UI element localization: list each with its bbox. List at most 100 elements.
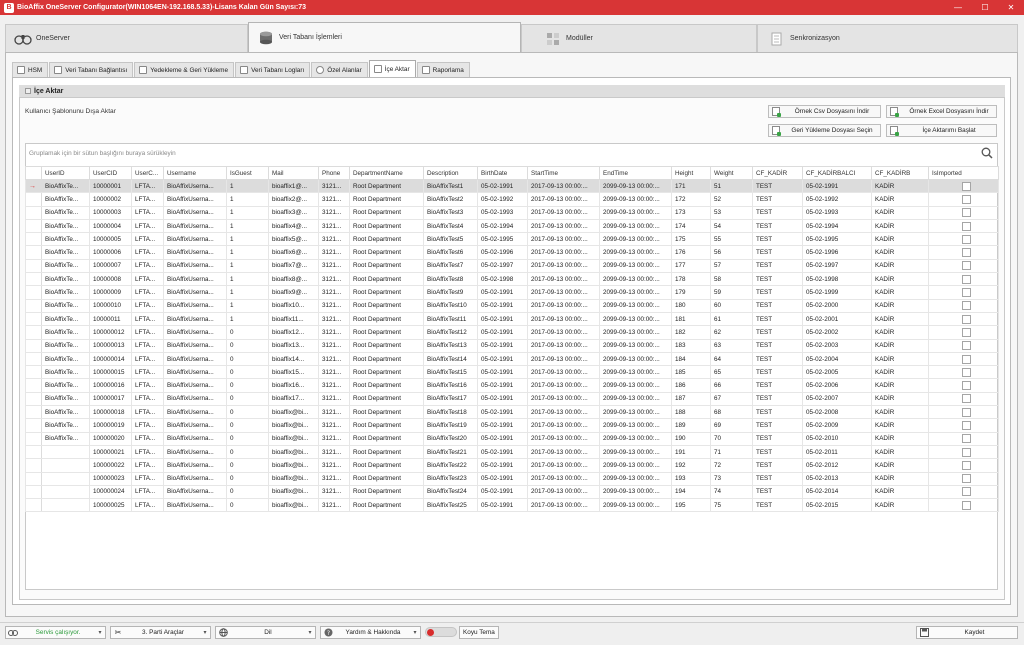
download-csv-sample-button[interactable]: Örnek Csv Dosyasını İndir xyxy=(768,105,881,118)
table-cell[interactable]: 10000008 xyxy=(89,272,132,287)
column-header[interactable]: UserC... xyxy=(131,166,164,180)
table-cell[interactable]: BioAffixUserna... xyxy=(163,498,227,513)
table-row[interactable]: BioAffixTe... 100000016 LFTA... BioAffixUse… xyxy=(25,378,999,393)
table-cell[interactable]: 191 xyxy=(671,444,711,460)
table-cell[interactable]: TEST xyxy=(752,431,803,446)
table-cell[interactable]: 3121... xyxy=(318,391,350,407)
table-cell[interactable]: 3121... xyxy=(318,471,350,486)
table-cell[interactable]: KADİR xyxy=(871,258,929,274)
table-cell[interactable]: 1 xyxy=(226,192,269,207)
table-cell[interactable]: 3121... xyxy=(318,258,350,274)
table-cell[interactable]: bioaffix1@... xyxy=(268,178,319,194)
table-cell[interactable]: LFTA... xyxy=(131,498,164,513)
table-cell[interactable]: LFTA... xyxy=(131,471,164,486)
column-header[interactable]: Weight xyxy=(710,166,753,180)
is-imported-checkbox[interactable] xyxy=(962,208,971,218)
table-cell[interactable]: BioAffixTest6 xyxy=(423,245,478,260)
dark-theme-toggle[interactable] xyxy=(425,627,457,637)
table-cell[interactable]: BioAffixUserna... xyxy=(163,431,227,446)
table-cell[interactable]: Root Department xyxy=(349,351,424,367)
table-cell[interactable]: 2099-09-13 00:00:... xyxy=(599,232,672,247)
tab-oneserver[interactable]: OneServer xyxy=(5,24,248,52)
table-cell[interactable]: 05-02-2003 xyxy=(802,338,872,353)
table-cell[interactable]: 10000010 xyxy=(89,298,132,313)
column-header[interactable]: CF_KADİRBALCI xyxy=(802,166,872,180)
table-cell[interactable]: KADİR xyxy=(871,205,929,220)
table-cell[interactable]: BioAffixUserna... xyxy=(163,378,227,393)
table-cell[interactable]: BioAffixTest1 xyxy=(423,178,478,194)
table-cell[interactable]: 2099-09-13 00:00:... xyxy=(599,205,672,220)
table-cell[interactable]: KADİR xyxy=(871,498,929,513)
table-cell[interactable]: BioAffixTe... xyxy=(41,178,90,194)
column-header[interactable]: Username xyxy=(163,166,227,180)
table-cell[interactable]: BioAffixUserna... xyxy=(163,245,227,260)
tab-db-connection[interactable]: Veri Tabanı Bağlantısı xyxy=(49,62,134,77)
table-cell[interactable]: 0 xyxy=(226,458,269,473)
table-cell[interactable]: 05-02-1992 xyxy=(802,192,872,207)
table-cell[interactable]: 2017-09-13 00:00:... xyxy=(527,205,600,220)
table-cell[interactable]: LFTA... xyxy=(131,351,164,367)
table-cell[interactable]: 100000014 xyxy=(89,351,132,367)
table-cell[interactable]: 55 xyxy=(710,232,753,247)
table-cell[interactable]: BioAffixUserna... xyxy=(163,471,227,486)
table-cell[interactable]: 1 xyxy=(226,298,269,313)
table-cell[interactable]: bioaffix11... xyxy=(268,311,319,327)
table-cell[interactable]: 05-02-2007 xyxy=(802,391,872,407)
is-imported-checkbox[interactable] xyxy=(962,434,971,444)
table-cell[interactable]: 10000011 xyxy=(89,311,132,327)
table-cell[interactable]: 54 xyxy=(710,218,753,234)
table-cell[interactable]: TEST xyxy=(752,205,803,220)
table-cell[interactable]: BioAffixUserna... xyxy=(163,311,227,327)
table-cell[interactable]: 3121... xyxy=(318,298,350,313)
table-cell[interactable]: bioaffix9@... xyxy=(268,285,319,300)
table-cell[interactable]: TEST xyxy=(752,338,803,353)
table-cell[interactable]: 187 xyxy=(671,391,711,407)
is-imported-checkbox[interactable] xyxy=(962,181,971,191)
table-cell[interactable]: 05-02-1992 xyxy=(477,192,528,207)
table-cell[interactable]: 2017-09-13 00:00:... xyxy=(527,351,600,367)
table-cell[interactable]: LFTA... xyxy=(131,418,164,433)
table-cell[interactable]: 2017-09-13 00:00:... xyxy=(527,272,600,287)
table-cell[interactable]: 189 xyxy=(671,418,711,433)
table-cell[interactable]: BioAffixUserna... xyxy=(163,351,227,367)
table-cell[interactable]: TEST xyxy=(752,232,803,247)
table-cell[interactable]: 05-02-1991 xyxy=(477,325,528,340)
table-cell[interactable]: BioAffixUserna... xyxy=(163,205,227,220)
table-cell[interactable]: 66 xyxy=(710,378,753,393)
table-cell[interactable]: BioAffixUserna... xyxy=(163,232,227,247)
table-cell[interactable]: 05-02-1996 xyxy=(802,245,872,260)
table-cell[interactable]: 3121... xyxy=(318,325,350,340)
tab-backup-restore[interactable]: Yedekleme & Geri Yükleme xyxy=(134,62,235,77)
table-cell[interactable]: KADİR xyxy=(871,272,929,287)
table-cell[interactable]: TEST xyxy=(752,311,803,327)
table-cell[interactable]: BioAffixUserna... xyxy=(163,325,227,340)
search-icon[interactable] xyxy=(981,147,993,159)
table-cell[interactable] xyxy=(41,484,90,500)
table-cell[interactable]: LFTA... xyxy=(131,405,164,420)
table-cell[interactable]: LFTA... xyxy=(131,444,164,460)
table-cell[interactable]: bioaffix4@... xyxy=(268,218,319,234)
table-cell[interactable]: 178 xyxy=(671,272,711,287)
table-cell[interactable]: BioAffixUserna... xyxy=(163,258,227,274)
table-cell[interactable]: TEST xyxy=(752,258,803,274)
table-cell[interactable]: 2099-09-13 00:00:... xyxy=(599,285,672,300)
table-cell[interactable]: 2017-09-13 00:00:... xyxy=(527,325,600,340)
table-cell[interactable]: Root Department xyxy=(349,418,424,433)
table-cell[interactable]: BioAffixTe... xyxy=(41,232,90,247)
table-cell[interactable]: 0 xyxy=(226,484,269,500)
table-cell[interactable]: KADİR xyxy=(871,338,929,353)
table-cell[interactable]: TEST xyxy=(752,484,803,500)
table-cell[interactable]: 0 xyxy=(226,418,269,433)
table-cell[interactable]: 173 xyxy=(671,205,711,220)
table-cell[interactable]: 51 xyxy=(710,178,753,194)
table-cell[interactable]: bioaffix@bi... xyxy=(268,418,319,433)
table-cell[interactable]: 05-02-1991 xyxy=(477,178,528,194)
table-cell[interactable]: 75 xyxy=(710,498,753,513)
table-cell[interactable]: BioAffixUserna... xyxy=(163,272,227,287)
column-header[interactable]: IsGuest xyxy=(226,166,269,180)
table-cell[interactable]: TEST xyxy=(752,285,803,300)
table-cell[interactable]: 195 xyxy=(671,498,711,513)
table-cell[interactable]: TEST xyxy=(752,418,803,433)
table-cell[interactable]: 05-02-2012 xyxy=(802,458,872,473)
table-cell[interactable]: BioAffixTest21 xyxy=(423,444,478,460)
